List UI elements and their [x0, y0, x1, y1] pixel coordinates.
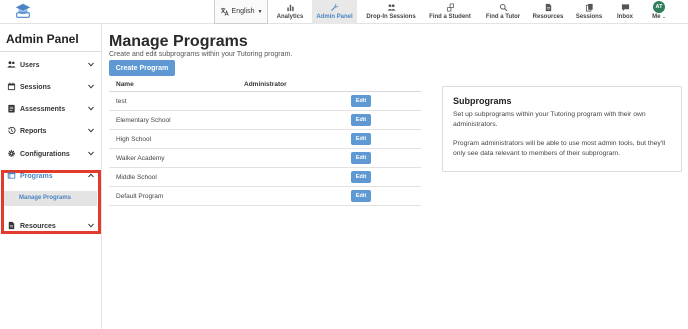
- column-header-name: Name: [116, 81, 134, 88]
- table-row: Middle School Edit: [109, 168, 421, 187]
- edit-button[interactable]: Edit: [351, 114, 371, 126]
- chevron-down-icon: [88, 128, 94, 133]
- sidebar-item-reports[interactable]: Reports: [0, 122, 101, 140]
- top-nav-bar: English ▼ Analytics Admin Panel Drop-In …: [0, 0, 688, 24]
- me-label: Me ⌄: [652, 14, 666, 20]
- sidebar-subitem-manage-programs[interactable]: Manage Programs: [4, 191, 97, 206]
- nav-label: Sessions: [575, 14, 603, 20]
- page-title: Manage Programs: [109, 33, 248, 50]
- sidebar-item-label: Reports: [20, 127, 47, 135]
- logo-icon[interactable]: [14, 2, 32, 20]
- nav-label: Analytics: [276, 14, 304, 20]
- sidebar-item-users[interactable]: Users: [0, 56, 101, 74]
- sidebar-item-configurations[interactable]: Configurations: [0, 145, 101, 163]
- info-card-paragraph: Set up subprograms within your Tutoring …: [453, 111, 646, 128]
- nav-admin-panel[interactable]: Admin Panel: [312, 0, 357, 24]
- program-name: High School: [116, 136, 152, 143]
- table-row: High School Edit: [109, 130, 421, 149]
- divider: [0, 51, 101, 52]
- sidebar-item-resources[interactable]: Resources: [0, 217, 101, 235]
- language-label: English: [231, 8, 255, 15]
- nav-me-menu[interactable]: AT Me ⌄: [646, 0, 672, 24]
- bar-chart-icon: [286, 4, 294, 12]
- chat-icon: [621, 4, 629, 12]
- avatar: AT: [653, 1, 665, 13]
- subprograms-info-card: Subprograms Set up subprograms within yo…: [442, 86, 682, 172]
- sidebar-item-label: Sessions: [20, 83, 51, 91]
- table-row: test Edit: [109, 92, 421, 111]
- copy-icon: [585, 3, 593, 12]
- calendar-icon: [7, 82, 16, 91]
- chevron-up-icon: [88, 173, 94, 178]
- window-icon: [7, 172, 16, 179]
- nav-analytics[interactable]: Analytics: [272, 0, 308, 24]
- chevron-down-icon: [88, 151, 94, 156]
- share-icon: [446, 3, 454, 12]
- chevron-down-icon: [88, 62, 94, 67]
- nav-sessions[interactable]: Sessions: [572, 0, 606, 24]
- nav-find-a-student[interactable]: Find a Student: [426, 0, 474, 24]
- nav-label: Inbox: [617, 14, 633, 20]
- document-icon: [8, 221, 15, 230]
- search-icon: [499, 3, 507, 12]
- nav-label: Resources: [532, 14, 564, 20]
- sidebar-item-label: Configurations: [20, 150, 70, 158]
- sidebar-item-sessions[interactable]: Sessions: [0, 78, 101, 96]
- nav-resources[interactable]: Resources: [530, 0, 566, 24]
- edit-button[interactable]: Edit: [351, 95, 371, 107]
- chevron-down-icon: [88, 223, 94, 228]
- chevron-down-icon: ⌄: [662, 14, 666, 19]
- chevron-down-icon: ▼: [257, 8, 263, 15]
- sidebar-item-label: Resources: [20, 222, 56, 230]
- edit-button[interactable]: Edit: [351, 190, 371, 202]
- info-card-paragraph: Program administrators will be able to u…: [453, 140, 666, 157]
- wrench-icon: [331, 3, 339, 12]
- edit-button[interactable]: Edit: [351, 133, 371, 145]
- nav-label: Find a Tutor: [485, 14, 521, 20]
- sidebar-item-programs[interactable]: Programs: [0, 167, 101, 185]
- translate-icon: [220, 7, 229, 16]
- clipboard-icon: [8, 104, 15, 113]
- program-name: Walker Academy: [116, 155, 165, 162]
- program-name: Elementary School: [116, 117, 171, 124]
- gear-icon: [8, 150, 15, 157]
- sidebar-item-label: Assessments: [20, 105, 66, 113]
- nav-drop-in-sessions[interactable]: Drop-In Sessions: [364, 0, 418, 24]
- edit-button[interactable]: Edit: [351, 152, 371, 164]
- sidebar-item-label: Users: [20, 61, 40, 69]
- table-row: Elementary School Edit: [109, 111, 421, 130]
- table-header: Name Administrator: [109, 80, 421, 92]
- nav-find-a-tutor[interactable]: Find a Tutor: [481, 0, 525, 24]
- table-row: Walker Academy Edit: [109, 149, 421, 168]
- nav-label: Admin Panel: [316, 14, 353, 20]
- program-name: test: [116, 98, 127, 105]
- column-header-administrator: Administrator: [244, 81, 287, 88]
- sidebar-title: Admin Panel: [6, 32, 79, 46]
- people-icon: [387, 4, 396, 11]
- chevron-down-icon: [88, 84, 94, 89]
- sidebar-item-label: Programs: [20, 172, 53, 180]
- page-subtitle: Create and edit subprograms within your …: [109, 51, 293, 58]
- info-card-title: Subprograms: [453, 96, 512, 106]
- program-name: Middle School: [116, 174, 157, 181]
- document-icon: [545, 3, 551, 12]
- chevron-down-icon: [88, 106, 94, 111]
- history-icon: [8, 126, 16, 135]
- nav-inbox[interactable]: Inbox: [612, 0, 638, 24]
- create-program-button[interactable]: Create Program: [109, 60, 175, 76]
- sidebar-item-assessments[interactable]: Assessments: [0, 100, 101, 118]
- language-selector[interactable]: English ▼: [214, 0, 268, 24]
- table-row: Default Program Edit: [109, 187, 421, 206]
- sidebar: Admin Panel Users Sessions Assessments R…: [0, 24, 102, 329]
- users-icon: [7, 61, 16, 68]
- sidebar-subitem-label: Manage Programs: [19, 195, 72, 201]
- edit-button[interactable]: Edit: [351, 171, 371, 183]
- program-name: Default Program: [116, 193, 164, 200]
- nav-label: Find a Student: [429, 14, 471, 20]
- programs-table: Name Administrator test Edit Elementary …: [109, 80, 421, 206]
- nav-label: Drop-In Sessions: [366, 14, 416, 20]
